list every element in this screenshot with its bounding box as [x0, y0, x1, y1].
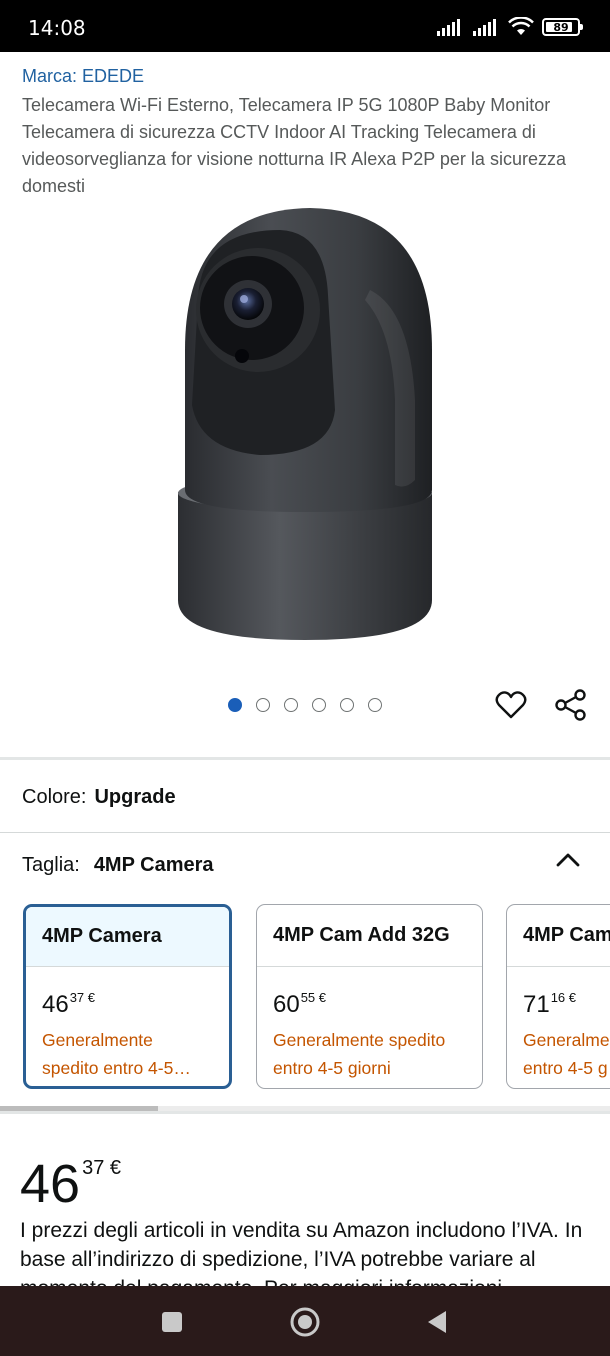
- battery-level: 89: [553, 20, 569, 34]
- square-icon[interactable]: [156, 1306, 188, 1338]
- option-name: 4MP Cam Add 32G: [257, 905, 482, 967]
- option-price: 6055 €: [273, 990, 327, 1018]
- product-image[interactable]: [160, 200, 450, 650]
- circle-home-icon[interactable]: [289, 1306, 321, 1338]
- option-price: 4637 €: [42, 990, 96, 1018]
- carousel-dot[interactable]: [312, 698, 326, 712]
- size-variation[interactable]: Taglia: 4MP Camera: [22, 854, 214, 877]
- option-shipping: Generalmente spedito entro 4-5 giorni: [273, 1030, 446, 1078]
- section-divider: [0, 757, 610, 760]
- option-price: 7116 €: [523, 990, 577, 1018]
- option-shipping: Generalmente spedito entro 4-5 g: [523, 1030, 610, 1078]
- battery-icon: 89: [542, 18, 583, 36]
- wifi-icon: [508, 17, 534, 35]
- signal-icon: [437, 19, 460, 36]
- signal-icon: [473, 19, 496, 36]
- option-shipping: Generalmente spedito entro 4-5…: [42, 1030, 191, 1078]
- brand-link[interactable]: Marca: EDEDE: [22, 66, 144, 87]
- heart-icon[interactable]: [494, 688, 528, 722]
- option-name: 4MP Camera: [26, 907, 229, 967]
- status-time: 14:08: [28, 16, 86, 40]
- share-icon[interactable]: [554, 688, 588, 722]
- vat-notice: I prezzi degli articoli in vendita su Am…: [20, 1219, 583, 1286]
- size-label: Taglia:: [22, 854, 80, 876]
- carousel-dot[interactable]: [368, 698, 382, 712]
- carousel-dot[interactable]: [228, 698, 242, 712]
- image-carousel-indicator[interactable]: [228, 698, 382, 712]
- status-bar: 14:08 89: [0, 0, 610, 52]
- size-option-card[interactable]: 4MP Camera 4637 € Generalmente spedito e…: [23, 904, 232, 1089]
- size-option-card[interactable]: 4MP Cam Add 32G 6055 € Generalmente sped…: [256, 904, 483, 1089]
- size-options[interactable]: 4MP Camera 4637 € Generalmente spedito e…: [0, 904, 610, 1090]
- section-divider: [0, 832, 610, 833]
- product-price: 46 37 €: [20, 1154, 122, 1214]
- size-value: 4MP Camera: [93, 854, 214, 876]
- color-label: Colore:: [22, 786, 87, 808]
- system-nav-bar: [0, 1286, 610, 1356]
- option-name: 4MP Cam: [507, 905, 610, 967]
- carousel-dot[interactable]: [340, 698, 354, 712]
- product-title: Telecamera Wi-Fi Esterno, Telecamera IP …: [22, 95, 566, 196]
- size-option-card[interactable]: 4MP Cam 7116 € Generalmente spedito entr…: [506, 904, 610, 1089]
- carousel-dot[interactable]: [256, 698, 270, 712]
- status-icons: 89: [436, 15, 583, 39]
- color-value: Upgrade: [94, 786, 176, 808]
- color-variation[interactable]: Colore: Upgrade: [22, 786, 176, 809]
- carousel-dot[interactable]: [284, 698, 298, 712]
- triangle-back-icon[interactable]: [422, 1306, 454, 1338]
- chevron-up-icon[interactable]: [554, 850, 582, 870]
- section-divider: [0, 1111, 610, 1114]
